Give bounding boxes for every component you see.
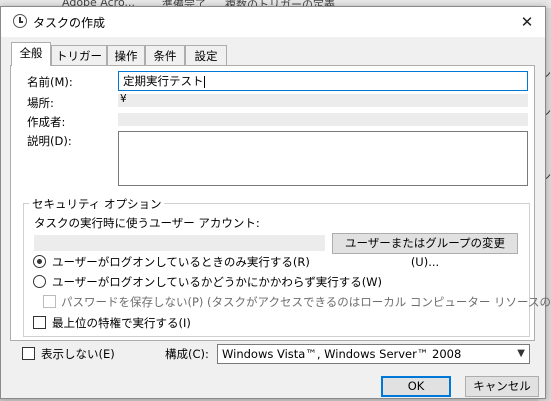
user-account-field — [34, 235, 325, 251]
tab-triggers[interactable]: トリガー — [51, 45, 107, 65]
location-field: ¥ — [118, 93, 528, 107]
author-label: 作成者: — [27, 115, 66, 129]
name-value: 定期実行テスト — [123, 74, 204, 88]
ok-button[interactable]: OK — [381, 376, 451, 397]
chevron-down-icon: ▼ — [517, 348, 525, 359]
name-label: 名前(M): — [27, 75, 73, 89]
account-prompt: タスクの実行時に使うユーザー アカウント: — [34, 216, 260, 230]
tab-conditions[interactable]: 条件 — [145, 45, 185, 65]
security-options-label: セキュリティ オプション — [29, 196, 165, 212]
author-field — [118, 113, 528, 126]
config-select[interactable]: Windows Vista™, Windows Server™ 2008 ▼ — [217, 344, 530, 364]
config-value: Windows Vista™, Windows Server™ 2008 — [222, 347, 462, 361]
create-task-dialog: タスクの作成 ✕ 全般 トリガー 操作 条件 設定 名前(M): 定期実行テスト… — [0, 6, 551, 399]
title-bar: タスクの作成 ✕ — [1, 7, 545, 37]
run-whether-logged-on-radio[interactable] — [33, 275, 46, 288]
name-input[interactable]: 定期実行テスト — [118, 71, 528, 91]
highest-privileges-checkbox[interactable] — [33, 316, 46, 329]
hidden-label[interactable]: 表示しない(E) — [41, 346, 115, 362]
text-caret — [203, 75, 205, 88]
location-label: 場所: — [27, 96, 54, 110]
run-logged-on-radio[interactable] — [33, 255, 46, 268]
dialog-title: タスクの作成 — [33, 16, 106, 30]
tab-general[interactable]: 全般 — [11, 42, 51, 66]
config-label: 構成(C): — [165, 347, 209, 361]
cancel-button[interactable]: キャンセル — [465, 376, 539, 397]
hidden-checkbox[interactable] — [22, 347, 35, 360]
no-password-checkbox[interactable] — [43, 295, 56, 308]
no-password-label: パスワードを保存しない(P) (タスクがアクセスできるのはローカル コンピュータ… — [61, 295, 551, 309]
tab-settings[interactable]: 設定 — [185, 45, 227, 65]
close-button[interactable]: ✕ — [514, 11, 540, 33]
description-label: 説明(D): — [27, 134, 72, 148]
highest-privileges-label[interactable]: 最上位の特権で実行する(I) — [52, 315, 191, 331]
clock-icon — [13, 14, 27, 28]
tab-actions[interactable]: 操作 — [107, 45, 145, 65]
description-textarea[interactable] — [118, 131, 528, 186]
change-user-button[interactable]: ユーザーまたはグループの変更(U)... — [332, 233, 518, 269]
run-logged-on-label[interactable]: ユーザーがログオンしているときのみ実行する(R) — [52, 254, 310, 270]
location-value: ¥ — [120, 93, 127, 105]
run-whether-logged-on-label[interactable]: ユーザーがログオンしているかどうかにかかわらず実行する(W) — [52, 274, 382, 290]
